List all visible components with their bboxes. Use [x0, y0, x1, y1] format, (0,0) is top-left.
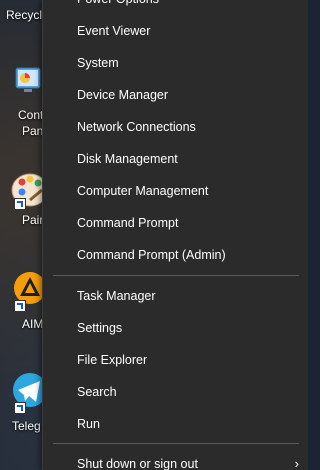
menu-item-label: Command Prompt (Admin) [77, 248, 226, 262]
menu-item-label: Device Manager [77, 88, 169, 102]
aimp-label: AIM [22, 317, 44, 331]
control-panel-label-line2: Pan [22, 124, 44, 138]
menu-item-run[interactable]: Run [43, 409, 308, 439]
menu-item-search[interactable]: Search [43, 377, 308, 407]
winx-menu: Power Options Event Viewer System Device… [42, 0, 308, 470]
menu-separator [53, 275, 299, 276]
menu-item-system[interactable]: System [43, 48, 308, 78]
menu-item-label: Power Options [77, 0, 159, 14]
menu-item-label: Command Prompt [77, 216, 179, 230]
menu-item-label: Network Connections [77, 120, 196, 134]
menu-item-label: Shut down or sign out [77, 457, 198, 470]
menu-item-shut-down-or-sign-out[interactable]: Shut down or sign out › [43, 449, 308, 470]
menu-item-label: Event Viewer [77, 24, 151, 38]
menu-item-command-prompt-admin[interactable]: Command Prompt (Admin) [43, 240, 308, 270]
telegram-label: Teleg [12, 419, 41, 433]
menu-item-label: Run [77, 417, 100, 431]
shortcut-arrow-icon [14, 402, 26, 414]
menu-item-label: Search [77, 385, 117, 399]
menu-item-label: File Explorer [77, 353, 148, 367]
menu-separator [53, 443, 299, 444]
chevron-right-icon: › [294, 456, 299, 470]
menu-item-network-connections[interactable]: Network Connections [43, 112, 308, 142]
shortcut-arrow-icon [14, 300, 26, 312]
shortcut-arrow-icon [14, 198, 26, 210]
menu-item-command-prompt[interactable]: Command Prompt [43, 208, 308, 238]
desktop: Recycle Cont Pan Pair AIM Teleg Event Vi… [0, 0, 308, 470]
menu-item-label: Computer Management [77, 184, 209, 198]
menu-item-event-viewer[interactable]: Event Viewer [43, 16, 308, 46]
control-panel-icon[interactable] [0, 64, 44, 104]
menu-item-settings[interactable]: Settings [43, 313, 308, 343]
menu-item-task-manager[interactable]: Task Manager [43, 281, 308, 311]
menu-item-label: Task Manager [77, 289, 156, 303]
control-panel-label-line1: Cont [18, 108, 44, 122]
menu-item-device-manager[interactable]: Device Manager [43, 80, 308, 110]
menu-item-label: Settings [77, 321, 123, 335]
menu-item-computer-management[interactable]: Computer Management [43, 176, 308, 206]
paint-label: Pair [22, 213, 44, 227]
menu-item-label: Disk Management [77, 152, 178, 166]
menu-item-power-options[interactable]: Power Options [43, 0, 308, 14]
menu-item-disk-management[interactable]: Disk Management [43, 144, 308, 174]
menu-item-file-explorer[interactable]: File Explorer [43, 345, 308, 375]
menu-item-label: System [77, 56, 119, 70]
